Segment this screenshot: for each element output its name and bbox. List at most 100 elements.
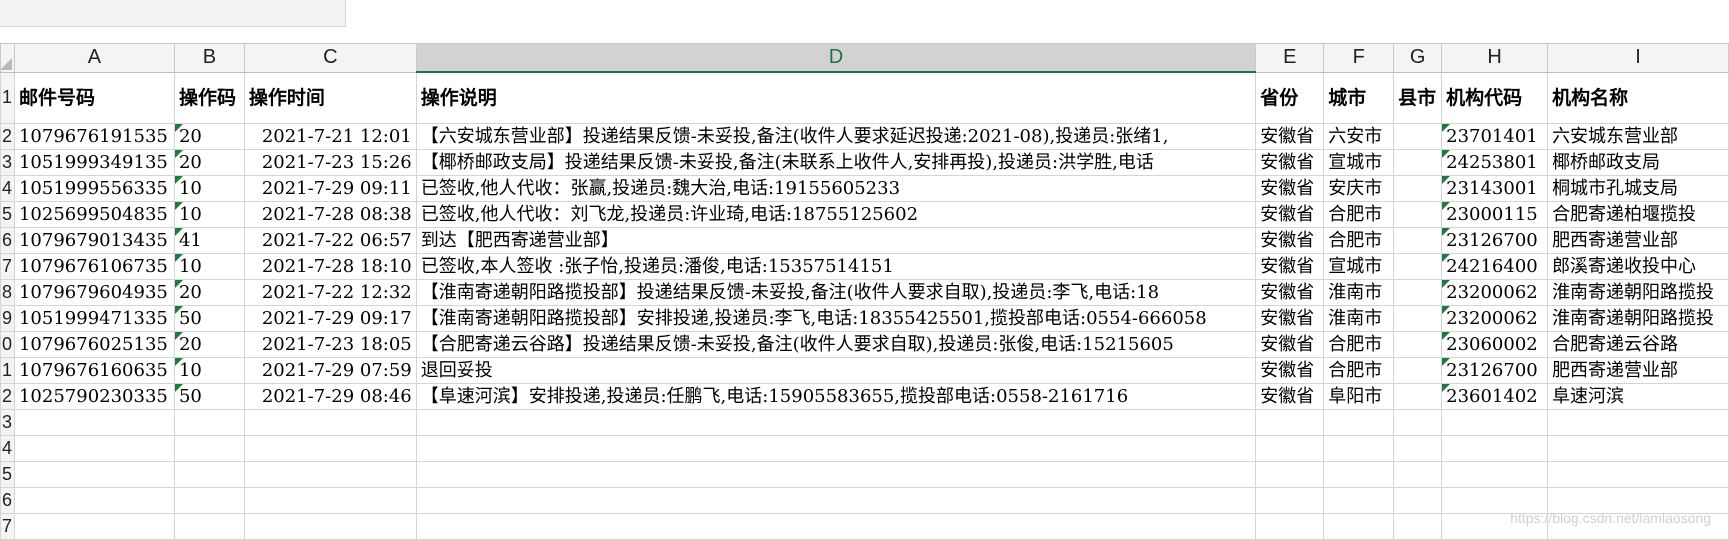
cell[interactable]: 【淮南寄递朝阳路揽投部】投递结果反馈-未妥投,备注(收件人要求自取),投递员:李… [415,279,1257,306]
cell[interactable] [243,513,417,540]
row-header[interactable]: 2 [0,123,15,150]
cell[interactable] [1323,513,1395,540]
cell[interactable] [243,435,417,462]
cell[interactable] [415,513,1257,540]
cell[interactable] [415,487,1257,514]
cell[interactable] [1547,435,1729,462]
cell[interactable] [1393,409,1443,436]
cell[interactable] [1393,513,1443,540]
cell[interactable] [13,513,175,540]
column-header-i[interactable]: I [1547,43,1729,73]
cell[interactable]: 50 [173,305,245,332]
cell[interactable]: 10 [173,253,245,280]
cell[interactable]: 2021-7-28 08:38 [243,201,417,228]
cell[interactable]: 1079676025135 [13,331,175,358]
cell[interactable] [1547,409,1729,436]
cell[interactable]: 1079676160635 [13,357,175,384]
cell[interactable]: 椰桥邮政支局 [1547,149,1729,176]
column-header-d[interactable]: D [415,43,1257,73]
row-header[interactable]: 7 [0,253,15,280]
cell[interactable]: 安徽省 [1255,357,1325,384]
row-header[interactable]: 9 [0,305,15,332]
cell[interactable]: 安徽省 [1255,279,1325,306]
cell[interactable] [1393,201,1443,228]
cell[interactable]: 安徽省 [1255,305,1325,332]
header-cell[interactable]: 操作码 [173,71,245,124]
cell[interactable]: 10 [173,175,245,202]
cell[interactable]: 【淮南寄递朝阳路揽投部】安排投递,投递员:李飞,电话:18355425501,揽… [415,305,1257,332]
cell[interactable]: 肥西寄递营业部 [1547,357,1729,384]
cell[interactable]: 合肥寄递云谷路 [1547,331,1729,358]
cell[interactable]: 【合肥寄递云谷路】投递结果反馈-未妥投,备注(收件人要求自取),投递员:张俊,电… [415,331,1257,358]
cell[interactable]: 2021-7-22 06:57 [243,227,417,254]
cell[interactable]: 1051999471335 [13,305,175,332]
cell[interactable] [173,461,245,488]
cell[interactable]: 2021-7-29 07:59 [243,357,417,384]
cell[interactable] [173,487,245,514]
cell[interactable]: 1079679013435 [13,227,175,254]
cell[interactable] [13,435,175,462]
cell[interactable] [1393,253,1443,280]
cell[interactable]: 23601402 [1441,383,1549,410]
cell[interactable] [1255,513,1325,540]
cell[interactable]: 桐城市孔城支局 [1547,175,1729,202]
cell[interactable] [415,435,1257,462]
cell[interactable] [1255,461,1325,488]
cell[interactable]: 2021-7-29 09:11 [243,175,417,202]
name-box[interactable] [0,0,346,27]
cell[interactable]: 【椰桥邮政支局】投递结果反馈-未妥投,备注(未联系上收件人,安排再投),投递员:… [415,149,1257,176]
cell[interactable] [1323,461,1395,488]
cell[interactable] [243,461,417,488]
cell[interactable] [1323,487,1395,514]
cell[interactable]: 安徽省 [1255,201,1325,228]
cell[interactable] [1255,487,1325,514]
header-cell[interactable]: 机构名称 [1547,71,1729,124]
cell[interactable] [1441,461,1549,488]
column-header-b[interactable]: B [173,43,245,73]
cell[interactable]: 50 [173,383,245,410]
cell[interactable] [1441,435,1549,462]
cell[interactable] [1393,487,1443,514]
cell[interactable] [1323,409,1395,436]
select-all-corner[interactable] [0,43,15,73]
row-header[interactable]: 3 [0,149,15,176]
cell[interactable]: 2021-7-22 12:32 [243,279,417,306]
cell[interactable] [243,409,417,436]
header-cell[interactable]: 机构代码 [1441,71,1549,124]
row-header[interactable]: 7 [0,513,15,540]
row-header[interactable]: 6 [0,227,15,254]
cell[interactable]: 20 [173,123,245,150]
cell[interactable]: 合肥市 [1323,201,1395,228]
cell[interactable] [13,409,175,436]
header-cell[interactable]: 操作时间 [243,71,417,124]
cell[interactable]: 淮南市 [1323,279,1395,306]
cell[interactable] [1393,227,1443,254]
cell[interactable]: 安徽省 [1255,149,1325,176]
cell[interactable]: 1079676191535 [13,123,175,150]
cell[interactable]: 【六安城东营业部】投递结果反馈-未妥投,备注(收件人要求延迟投递:2021-08… [415,123,1257,150]
cell[interactable] [1255,409,1325,436]
cell[interactable]: 23000115 [1441,201,1549,228]
cell[interactable]: 2021-7-28 18:10 [243,253,417,280]
cell[interactable]: 2021-7-21 12:01 [243,123,417,150]
row-header[interactable]: 2 [0,383,15,410]
header-cell[interactable]: 省份 [1255,71,1325,124]
cell[interactable]: 退回妥投 [415,357,1257,384]
cell[interactable] [1255,435,1325,462]
cell[interactable]: 到达【肥西寄递营业部】 [415,227,1257,254]
cell[interactable]: 已签收,他人代收：张赢,投递员:魏大治,电话:19155605233 [415,175,1257,202]
cell[interactable]: 六安城东营业部 [1547,123,1729,150]
cell[interactable] [1393,149,1443,176]
cell[interactable]: 20 [173,331,245,358]
header-cell[interactable]: 城市 [1323,71,1395,124]
cell[interactable]: 合肥市 [1323,227,1395,254]
cell[interactable]: 六安市 [1323,123,1395,150]
cell[interactable] [1393,305,1443,332]
cell[interactable]: 41 [173,227,245,254]
cell[interactable]: 合肥市 [1323,357,1395,384]
cell[interactable] [415,409,1257,436]
cell[interactable] [1393,357,1443,384]
cell[interactable]: 安徽省 [1255,383,1325,410]
cell[interactable]: 安徽省 [1255,123,1325,150]
cell[interactable]: 1025790230335 [13,383,175,410]
